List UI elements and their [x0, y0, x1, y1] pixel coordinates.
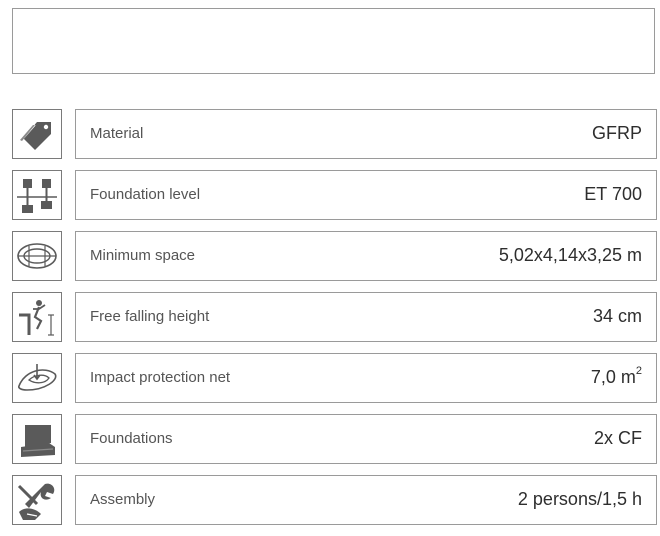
- spec-row-foundation-level: Foundation level ET 700: [12, 170, 657, 220]
- spec-value: 7,0 m2: [590, 365, 642, 387]
- foundation-level-icon: [12, 170, 62, 220]
- foundations-icon: [12, 414, 62, 464]
- spec-row-material: Material GFRP: [12, 109, 657, 159]
- spec-value: 2x CF: [593, 428, 642, 448]
- impact-net-icon: [12, 353, 62, 403]
- spec-label: Foundations: [90, 430, 173, 447]
- spec-field-foundations: Foundations 2x CF: [75, 414, 657, 464]
- spec-label: Free falling height: [90, 308, 210, 325]
- spec-value: 5,02x4,14x3,25 m: [498, 245, 642, 265]
- spec-row-impact-protection-net: Impact protection net 7,0 m2: [12, 353, 657, 403]
- spec-label: Material: [90, 125, 144, 142]
- spec-label: Minimum space: [90, 247, 196, 264]
- spec-value: GFRP: [591, 123, 642, 143]
- spec-value: 34 cm: [592, 306, 642, 326]
- header-empty-box: [12, 8, 655, 74]
- spec-field-assembly: Assembly 2 persons/1,5 h: [75, 475, 657, 525]
- spec-list: Material GFRP Foundation level ET 700 Mi…: [12, 109, 657, 536]
- spec-label: Foundation level: [90, 186, 201, 203]
- assembly-wrench-icon: [12, 475, 62, 525]
- spec-label: Assembly: [90, 491, 156, 508]
- spec-row-foundations: Foundations 2x CF: [12, 414, 657, 464]
- minimum-space-icon: [12, 231, 62, 281]
- spec-field-impact-protection-net: Impact protection net 7,0 m2: [75, 353, 657, 403]
- spec-value: ET 700: [584, 184, 642, 204]
- spec-field-minimum-space: Minimum space 5,02x4,14x3,25 m: [75, 231, 657, 281]
- spec-field-material: Material GFRP: [75, 109, 657, 159]
- price-tag-icon: [12, 109, 62, 159]
- spec-row-assembly: Assembly 2 persons/1,5 h: [12, 475, 657, 525]
- falling-height-icon: [12, 292, 62, 342]
- spec-row-minimum-space: Minimum space 5,02x4,14x3,25 m: [12, 231, 657, 281]
- spec-value: 2 persons/1,5 h: [517, 489, 642, 509]
- spec-field-foundation-level: Foundation level ET 700: [75, 170, 657, 220]
- spec-row-free-falling-height: Free falling height 34 cm: [12, 292, 657, 342]
- spec-field-free-falling-height: Free falling height 34 cm: [75, 292, 657, 342]
- spec-label: Impact protection net: [90, 369, 231, 386]
